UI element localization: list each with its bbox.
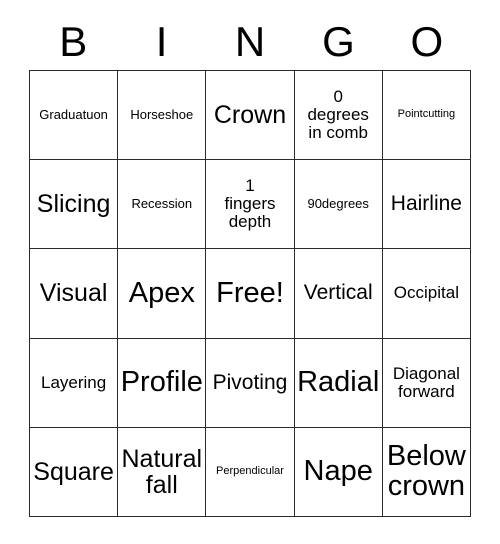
bingo-cell-b1[interactable]: Graduatuon (30, 71, 119, 161)
bingo-cell-label: Pivoting (212, 370, 288, 394)
bingo-cell-n1[interactable]: Crown (206, 71, 295, 161)
bingo-cell-g1[interactable]: 0 degrees in comb (294, 71, 383, 161)
bingo-cell-i3[interactable]: Apex (118, 249, 207, 339)
bingo-cell-n5[interactable]: Perpendicular (206, 427, 295, 517)
bingo-cell-label: Radial (297, 365, 380, 398)
bingo-cell-label: Free! (216, 276, 284, 309)
bingo-cell-g3[interactable]: Vertical (294, 249, 383, 339)
header-letter-g: G (322, 18, 355, 65)
bingo-card: B I N G O Graduatuon Horseshoe Crown 0 d… (0, 0, 500, 544)
bingo-cell-label: 0 degrees in comb (307, 87, 369, 143)
bingo-cell-b4[interactable]: Layering (30, 338, 119, 428)
bingo-cell-label: Horseshoe (130, 107, 194, 123)
header-letter-o: O (410, 18, 444, 65)
bingo-cell-g2[interactable]: 90degrees (294, 160, 383, 250)
bingo-cell-label: Profile (120, 365, 203, 398)
bingo-cell-g5[interactable]: Nape (294, 427, 383, 517)
bingo-cell-label: Hairline (390, 192, 462, 216)
bingo-cell-n2[interactable]: 1 fingers depth (206, 160, 295, 250)
bingo-cell-label: Crown (213, 101, 287, 130)
bingo-cell-label: Recession (131, 196, 193, 212)
bingo-cell-label: Visual (39, 279, 108, 308)
bingo-cell-label: 1 fingers depth (224, 176, 276, 232)
bingo-cell-i5[interactable]: Natural fall (118, 427, 207, 517)
bingo-cell-label: Apex (128, 276, 195, 309)
bingo-cell-label: Diagonal forward (392, 363, 460, 401)
bingo-cell-label: Vertical (303, 281, 373, 305)
bingo-cell-label: Graduatuon (39, 107, 108, 123)
bingo-grid: Graduatuon Horseshoe Crown 0 degrees in … (29, 70, 471, 517)
bingo-cell-label: Occipital (393, 283, 459, 303)
bingo-cell-n4[interactable]: Pivoting (206, 338, 295, 428)
bingo-cell-label: Slicing (36, 190, 111, 219)
bingo-cell-o1[interactable]: Pointcutting (382, 71, 471, 161)
bingo-cell-label: Nape (303, 454, 373, 487)
header-letter-n: N (234, 18, 266, 65)
bingo-cell-b2[interactable]: Slicing (30, 160, 119, 250)
bingo-cell-g4[interactable]: Radial (294, 338, 383, 428)
bingo-cell-label: 90degrees (307, 196, 369, 212)
bingo-cell-label: Square (33, 457, 114, 486)
bingo-cell-label: Natural fall (121, 444, 203, 499)
bingo-cell-o3[interactable]: Occipital (382, 249, 471, 339)
bingo-cell-o2[interactable]: Hairline (382, 160, 471, 250)
bingo-cell-b3[interactable]: Visual (30, 249, 119, 339)
bingo-cell-o4[interactable]: Diagonal forward (382, 338, 471, 428)
bingo-cell-o5[interactable]: Below crown (382, 427, 471, 517)
bingo-cell-label: Below crown (386, 440, 466, 502)
bingo-cell-i1[interactable]: Horseshoe (118, 71, 207, 161)
bingo-cell-label: Perpendicular (216, 464, 284, 477)
bingo-header: B I N G O (29, 14, 471, 70)
header-letter-i: I (155, 18, 168, 65)
header-letter-b: B (59, 18, 88, 65)
bingo-cell-b5[interactable]: Square (30, 427, 119, 517)
bingo-cell-i4[interactable]: Profile (118, 338, 207, 428)
bingo-cell-label: Pointcutting (397, 108, 456, 121)
bingo-cell-label: Layering (40, 372, 107, 392)
bingo-cell-i2[interactable]: Recession (118, 160, 207, 250)
bingo-cell-free-space[interactable]: Free! (206, 249, 295, 339)
